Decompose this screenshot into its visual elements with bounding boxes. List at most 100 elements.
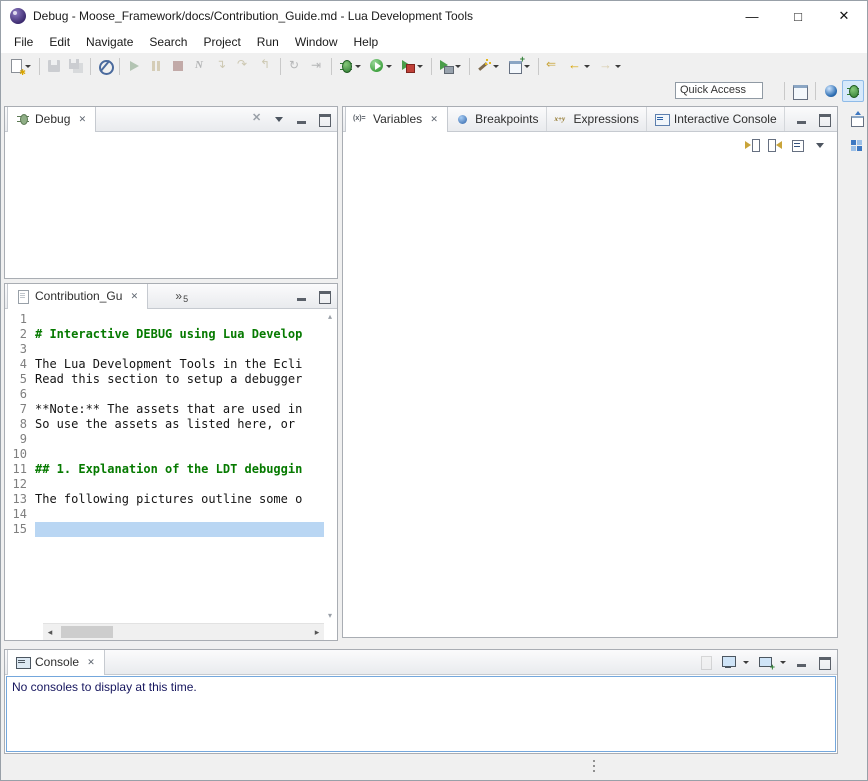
menu-item-window[interactable]: Window (287, 33, 346, 51)
debug-view-content[interactable] (5, 132, 337, 278)
minimize-window-button[interactable]: — (729, 1, 775, 31)
console-text-area[interactable]: No consoles to display at this time. (6, 676, 836, 752)
debug-button[interactable] (335, 55, 366, 77)
view-grid-button[interactable] (846, 134, 867, 155)
editor-line[interactable]: 8So use the assets as listed here, or (5, 417, 337, 432)
open-perspective-button[interactable] (789, 80, 811, 102)
line-text[interactable] (35, 522, 324, 537)
menu-item-edit[interactable]: Edit (41, 33, 78, 51)
tab-console[interactable]: Console (7, 650, 105, 674)
restart-button[interactable] (284, 55, 306, 77)
ldt-perspective-button[interactable] (820, 80, 842, 102)
chevron-down-icon[interactable] (779, 654, 788, 670)
chevron-down-icon[interactable] (454, 58, 463, 74)
scroll-right-icon[interactable] (310, 624, 324, 640)
line-text[interactable] (35, 477, 324, 492)
view-menu-button[interactable] (813, 137, 829, 153)
maximize-view-button[interactable] (816, 654, 832, 670)
editor-line[interactable]: 11## 1. Explanation of the LDT debuggin (5, 462, 337, 477)
editor-line[interactable]: 13The following pictures outline some o (5, 492, 337, 507)
skip-all-breakpoints-button[interactable] (94, 55, 116, 77)
save-button[interactable] (43, 55, 65, 77)
app-logo-icon[interactable] (10, 8, 26, 24)
view-menu-button[interactable] (272, 111, 288, 127)
line-text[interactable] (35, 432, 324, 447)
maximize-view-button[interactable] (316, 111, 332, 127)
menu-item-project[interactable]: Project (195, 33, 248, 51)
minimize-view-button[interactable] (794, 654, 810, 670)
close-window-button[interactable]: ✕ (821, 1, 867, 31)
scroll-up-icon[interactable] (324, 312, 336, 321)
menu-item-file[interactable]: File (6, 33, 41, 51)
scrollbar-track[interactable] (57, 624, 310, 640)
line-text[interactable]: The following pictures outline some o (35, 492, 324, 507)
menu-item-navigate[interactable]: Navigate (78, 33, 141, 51)
editor-current-line[interactable]: 15 (5, 522, 337, 537)
line-text[interactable]: So use the assets as listed here, or (35, 417, 324, 432)
maximize-view-button[interactable] (316, 288, 332, 304)
chevron-down-icon[interactable] (24, 58, 33, 74)
show-logical-structure-button[interactable] (744, 137, 760, 153)
tab-variables[interactable]: Variables (345, 107, 448, 131)
close-icon[interactable] (428, 113, 440, 125)
display-selected-console-button[interactable] (720, 654, 736, 670)
maximize-view-button[interactable] (816, 111, 832, 127)
navigate-to-element-button[interactable] (767, 137, 783, 153)
tab-breakpoints[interactable]: Breakpoints (448, 107, 546, 131)
run-to-line-button[interactable] (306, 55, 328, 77)
editor-line[interactable]: 3 (5, 342, 337, 357)
new-wizard-dialog-button[interactable] (473, 55, 504, 77)
editor-tab-contribution-guide[interactable]: Contribution_Gu (7, 284, 148, 308)
variables-content[interactable] (343, 132, 837, 637)
editor-line[interactable]: 5Read this section to setup a debugger (5, 372, 337, 387)
line-text[interactable] (35, 387, 324, 402)
line-text[interactable]: The Lua Development Tools in the Ecli (35, 357, 324, 372)
remove-all-terminated-button[interactable] (250, 111, 266, 127)
close-icon[interactable] (128, 290, 140, 302)
disconnect-button[interactable] (189, 55, 211, 77)
restore-view-button[interactable] (846, 108, 867, 129)
editor-line[interactable]: 14 (5, 507, 337, 522)
new-window-button[interactable] (504, 55, 535, 77)
scrollbar-thumb[interactable] (61, 626, 113, 638)
line-text[interactable] (35, 342, 324, 357)
scroll-down-icon[interactable] (324, 611, 336, 620)
suspend-button[interactable] (145, 55, 167, 77)
new-wizard-button[interactable] (5, 55, 36, 77)
run-button[interactable] (366, 55, 397, 77)
chevron-down-icon[interactable] (354, 58, 363, 74)
chevron-down-icon[interactable] (385, 58, 394, 74)
terminate-button[interactable] (167, 55, 189, 77)
editor-line[interactable]: 6 (5, 387, 337, 402)
maximize-window-button[interactable]: □ (775, 1, 821, 31)
line-text[interactable]: ## 1. Explanation of the LDT debuggin (35, 462, 324, 477)
line-text[interactable]: # Interactive DEBUG using Lua Develop (35, 327, 324, 342)
open-console-button[interactable] (757, 654, 773, 670)
tab-expressions[interactable]: Expressions (547, 107, 647, 131)
chevron-down-icon[interactable] (583, 58, 592, 74)
back-button[interactable] (564, 55, 595, 77)
editor-content[interactable]: 1 2# Interactive DEBUG using Lua Develop… (5, 309, 337, 640)
editor-line[interactable]: 1 (5, 312, 337, 327)
close-icon[interactable] (76, 113, 88, 125)
quick-access-input[interactable]: Quick Access (675, 82, 763, 99)
menu-item-run[interactable]: Run (249, 33, 287, 51)
close-icon[interactable] (85, 656, 97, 668)
debug-perspective-button[interactable] (842, 80, 864, 102)
resume-button[interactable] (123, 55, 145, 77)
chevron-down-icon[interactable] (523, 58, 532, 74)
minimize-view-button[interactable] (294, 288, 310, 304)
tab-interactive-console[interactable]: Interactive Console (647, 107, 785, 131)
horizontal-scrollbar[interactable] (43, 623, 324, 640)
line-text[interactable] (35, 447, 324, 462)
step-into-button[interactable] (211, 55, 233, 77)
step-return-button[interactable] (255, 55, 277, 77)
editor-line[interactable]: 2# Interactive DEBUG using Lua Develop (5, 327, 337, 342)
menu-item-help[interactable]: Help (346, 33, 387, 51)
last-edit-location-button[interactable] (542, 55, 564, 77)
minimize-view-button[interactable] (294, 111, 310, 127)
editor-text-area[interactable]: 1 2# Interactive DEBUG using Lua Develop… (5, 309, 337, 623)
editor-line[interactable]: 10 (5, 447, 337, 462)
resize-grip[interactable] (593, 760, 597, 774)
minimize-view-button[interactable] (794, 111, 810, 127)
